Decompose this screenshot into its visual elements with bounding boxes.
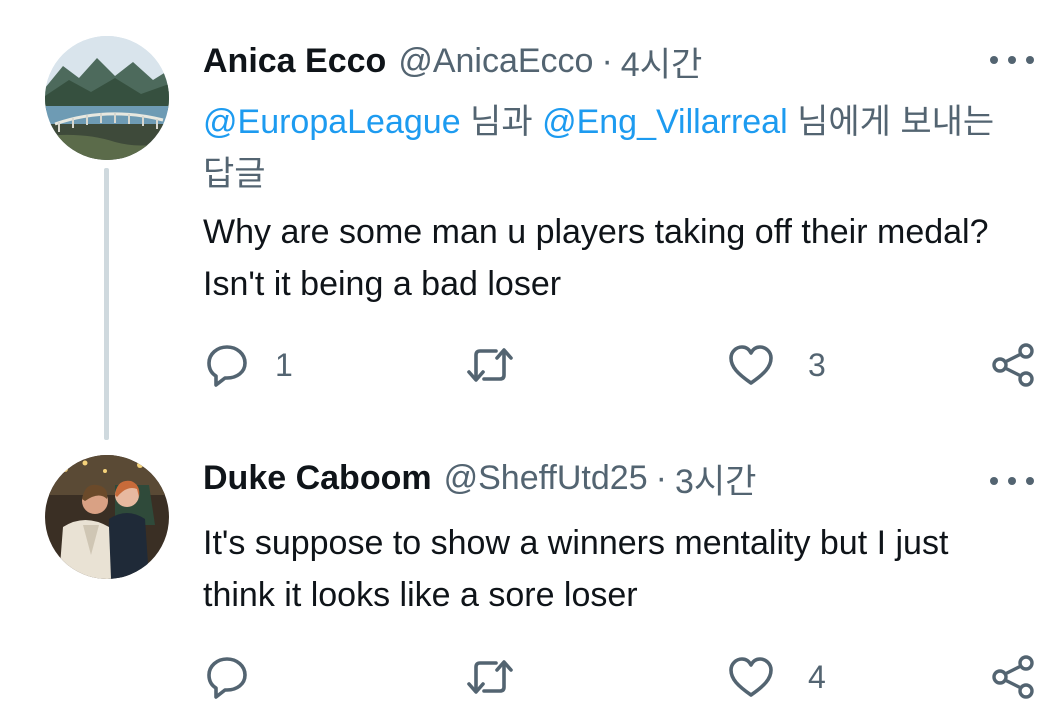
tweet-text: It's suppose to show a winners mentality… xyxy=(203,524,949,614)
like-button[interactable]: 4 xyxy=(728,652,826,702)
more-dots-icon[interactable] xyxy=(990,471,1034,491)
reply-button[interactable]: 1 xyxy=(205,340,293,390)
retweet-arrows-icon xyxy=(467,660,513,694)
separator-dot: · xyxy=(655,458,667,497)
avatar[interactable] xyxy=(45,455,169,579)
tweet-header: Anica Ecco @AnicaEcco · 4시간 xyxy=(203,38,702,84)
more-dots-icon[interactable] xyxy=(990,50,1034,70)
reply-to-conjunction: 님과 xyxy=(460,103,543,141)
share-button[interactable] xyxy=(990,652,1036,702)
replying-to: @EuropaLeague 님과 @Eng_Villarreal 님에게 보내는… xyxy=(203,96,1023,200)
author-handle[interactable]: @SheffUtd25 xyxy=(444,459,648,498)
tweet-header: Duke Caboom @SheffUtd25 · 3시간 xyxy=(203,455,756,501)
separator-dot: · xyxy=(601,41,613,80)
like-count: 3 xyxy=(808,346,826,383)
retweet-arrows-icon xyxy=(467,348,513,382)
share-nodes-icon xyxy=(992,655,1034,699)
tweet-actions: 1 3 xyxy=(0,340,1061,390)
share-button[interactable] xyxy=(990,340,1036,390)
author-handle[interactable]: @AnicaEcco xyxy=(398,42,593,81)
reply-button[interactable] xyxy=(205,652,275,702)
timestamp[interactable]: 4시간 xyxy=(621,37,702,86)
comment-bubble-icon xyxy=(207,657,247,699)
mention-link[interactable]: @EuropaLeague xyxy=(203,103,461,141)
thread-line xyxy=(104,168,109,440)
mention-link[interactable]: @Eng_Villarreal xyxy=(542,103,788,141)
avatar[interactable] xyxy=(45,36,169,160)
author-name[interactable]: Anica Ecco xyxy=(203,42,386,81)
timestamp[interactable]: 3시간 xyxy=(675,454,756,503)
heart-outline-icon xyxy=(729,657,773,697)
like-count: 4 xyxy=(808,658,826,695)
tweet-text: Why are some man u players taking off th… xyxy=(203,213,989,303)
reply-count: 1 xyxy=(275,346,293,383)
share-nodes-icon xyxy=(992,343,1034,387)
heart-outline-icon xyxy=(729,345,773,385)
tweet-actions: 4 xyxy=(0,652,1061,702)
retweet-button[interactable] xyxy=(466,340,514,390)
comment-bubble-icon xyxy=(207,345,247,387)
author-name[interactable]: Duke Caboom xyxy=(203,459,432,498)
landscape-lake-avatar xyxy=(45,36,169,160)
couple-photo-avatar xyxy=(45,455,169,579)
retweet-button[interactable] xyxy=(466,652,514,702)
like-button[interactable]: 3 xyxy=(728,340,826,390)
